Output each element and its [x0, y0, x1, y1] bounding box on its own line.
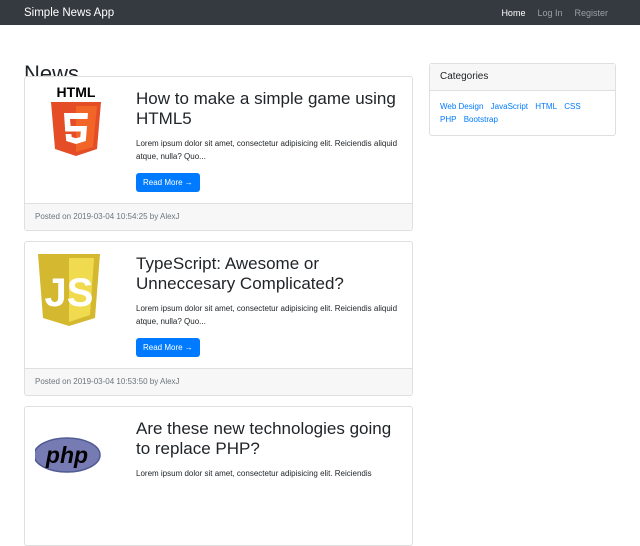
post-title[interactable]: Are these new technologies going to repl…	[136, 419, 402, 459]
category-link-javascript[interactable]: JavaScript	[491, 102, 528, 111]
post-card-body: HTML How to make a simple game using HTM…	[25, 77, 412, 203]
javascript-logo-icon: JS	[38, 254, 100, 326]
post-excerpt: Lorem ipsum dolor sit amet, consectetur …	[136, 304, 398, 326]
category-link-php[interactable]: PHP	[440, 115, 456, 124]
post-excerpt: Lorem ipsum dolor sit amet, consectetur …	[136, 139, 398, 161]
svg-text:php: php	[45, 442, 88, 468]
nav-register-link[interactable]: Register	[574, 8, 608, 18]
post-card: JS TypeScript: Awesome or Unneccesary Co…	[24, 241, 413, 396]
post-content: TypeScript: Awesome or Unneccesary Compl…	[136, 254, 402, 357]
post-content: How to make a simple game using HTML5 Lo…	[136, 89, 402, 192]
post-title[interactable]: TypeScript: Awesome or Unneccesary Compl…	[136, 254, 402, 294]
category-link-web-design[interactable]: Web Design	[440, 102, 483, 111]
nav-links: Home Log In Register	[501, 8, 608, 18]
php-logo-icon: php	[35, 437, 101, 473]
nav-home-link[interactable]: Home	[501, 8, 525, 18]
post-excerpt: Lorem ipsum dolor sit amet, consectetur …	[136, 469, 372, 478]
post-card: php Are these new technologies going to …	[24, 406, 413, 546]
categories-panel: Categories Web Design JavaScript HTML CS…	[429, 63, 616, 136]
read-more-button[interactable]: Read More →	[136, 338, 200, 357]
svg-text:HTML: HTML	[57, 84, 96, 100]
categories-title: Categories	[430, 64, 615, 91]
read-more-button[interactable]: Read More →	[136, 173, 200, 192]
category-link-bootstrap[interactable]: Bootstrap	[464, 115, 498, 124]
brand-link[interactable]: Simple News App	[24, 7, 114, 19]
category-link-css[interactable]: CSS	[564, 102, 580, 111]
top-navbar: Simple News App Home Log In Register	[0, 0, 640, 25]
post-card-body: JS TypeScript: Awesome or Unneccesary Co…	[25, 242, 412, 368]
post-card-body: php Are these new technologies going to …	[25, 407, 412, 533]
categories-list: Web Design JavaScript HTML CSS PHP Boots…	[430, 91, 615, 135]
nav-login-link[interactable]: Log In	[537, 8, 562, 18]
post-content: Are these new technologies going to repl…	[136, 419, 402, 489]
html5-logo-icon: HTML	[51, 84, 101, 156]
post-footer: Posted on 2019-03-04 10:54:25 by AlexJ	[25, 203, 412, 230]
svg-text:JS: JS	[45, 271, 94, 315]
post-card: HTML How to make a simple game using HTM…	[24, 76, 413, 231]
post-title[interactable]: How to make a simple game using HTML5	[136, 89, 402, 129]
post-footer: Posted on 2019-03-04 10:53:50 by AlexJ	[25, 368, 412, 395]
category-link-html[interactable]: HTML	[535, 102, 557, 111]
